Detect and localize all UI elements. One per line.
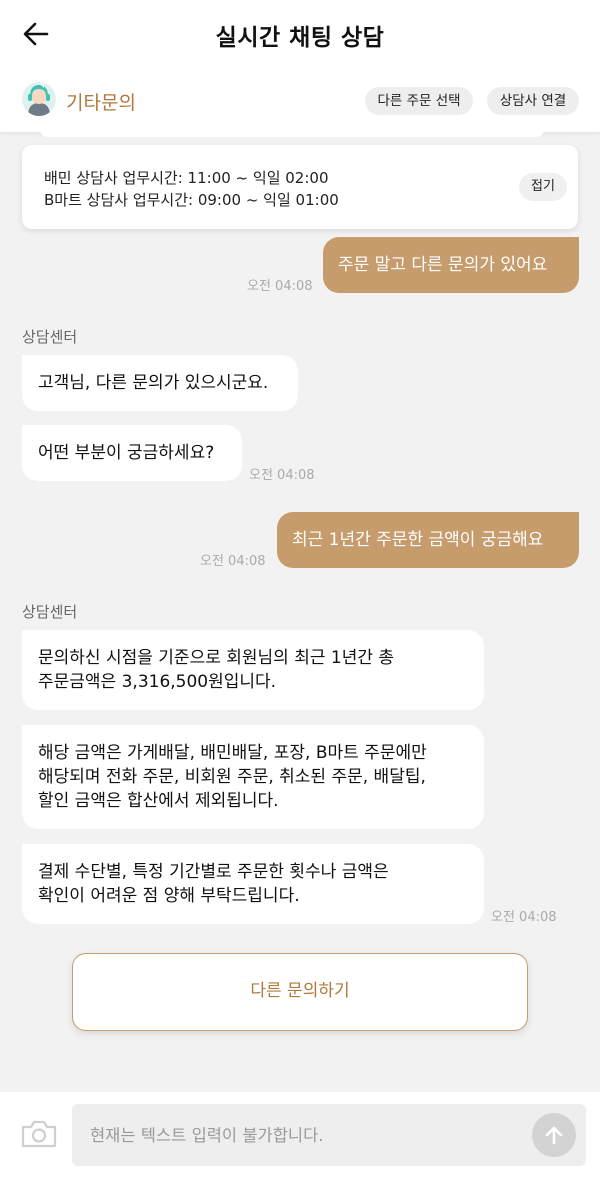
bot-message: 해당 금액은 가게배달, 배민배달, 포장, B마트 주문에만 해당되며 전화 … — [22, 725, 484, 829]
sender-name: 상담센터 — [22, 603, 78, 621]
message-time: 오전 04:08 — [200, 554, 266, 569]
message-time: 오전 04:08 — [247, 279, 313, 294]
message-input[interactable] — [72, 1104, 512, 1166]
message-line: 주문금액은 3,316,500원입니다. — [38, 672, 277, 692]
fold-button[interactable]: 접기 — [519, 173, 567, 201]
sender-name: 상담센터 — [22, 328, 78, 346]
user-message: 주문 말고 다른 문의가 있어요 — [323, 237, 579, 293]
message-line: 확인이 어려운 점 양해 부탁드립니다. — [38, 886, 300, 906]
chat-messages[interactable]: 배민 상담사 업무시간: 11:00 ~ 익일 02:00 B마트 상담사 업무… — [0, 129, 600, 1093]
message-line: 해당되며 전화 주문, 비회원 주문, 취소된 주문, 배달팁, — [38, 767, 426, 787]
business-hours-notice: 배민 상담사 업무시간: 11:00 ~ 익일 02:00 B마트 상담사 업무… — [22, 145, 578, 229]
notice-line: B마트 상담사 업무시간: 09:00 ~ 익일 01:00 — [44, 191, 339, 209]
select-other-order-button[interactable]: 다른 주문 선택 — [365, 87, 473, 115]
message-time: 오전 04:08 — [249, 468, 315, 483]
message-line: 문의하신 시점을 기준으로 회원님의 최근 1년간 총 — [38, 648, 395, 668]
app-header: 실시간 채팅 상담 — [0, 0, 600, 68]
page-title: 실시간 채팅 상담 — [215, 25, 385, 51]
other-inquiry-button[interactable]: 다른 문의하기 — [72, 953, 528, 1031]
message-line: 할인 금액은 합산에서 제외됩니다. — [38, 791, 279, 811]
arrow-up-icon — [545, 1126, 563, 1145]
notice-line: 배민 상담사 업무시간: 11:00 ~ 익일 02:00 — [44, 169, 329, 187]
message-input-bar — [0, 1092, 600, 1178]
previous-card-edge — [40, 129, 544, 137]
message-line: 결제 수단별, 특정 기간별로 주문한 횟수나 금액은 — [38, 862, 389, 882]
message-time: 오전 04:08 — [491, 910, 557, 925]
connect-agent-button[interactable]: 상담사 연결 — [487, 87, 579, 115]
bot-message: 고객님, 다른 문의가 있으시군요. — [22, 355, 298, 411]
message-line: 해당 금액은 가게배달, 배민배달, 포장, B마트 주문에만 — [38, 743, 427, 763]
inquiry-category: 기타문의 — [66, 92, 136, 114]
agent-avatar-icon — [22, 82, 56, 116]
user-message: 최근 1년간 주문한 금액이 궁금해요 — [277, 512, 579, 568]
chat-subheader: 기타문의 다른 주문 선택 상담사 연결 — [0, 68, 600, 133]
bot-message: 문의하신 시점을 기준으로 회원님의 최근 1년간 총 주문금액은 3,316,… — [22, 630, 484, 710]
send-button[interactable] — [532, 1113, 576, 1157]
bot-message: 어떤 부분이 궁금하세요? — [22, 425, 242, 481]
message-input-container — [72, 1104, 586, 1166]
camera-icon[interactable] — [20, 1119, 58, 1149]
bot-message: 결제 수단별, 특정 기간별로 주문한 횟수나 금액은 확인이 어려운 점 양해… — [22, 844, 484, 924]
